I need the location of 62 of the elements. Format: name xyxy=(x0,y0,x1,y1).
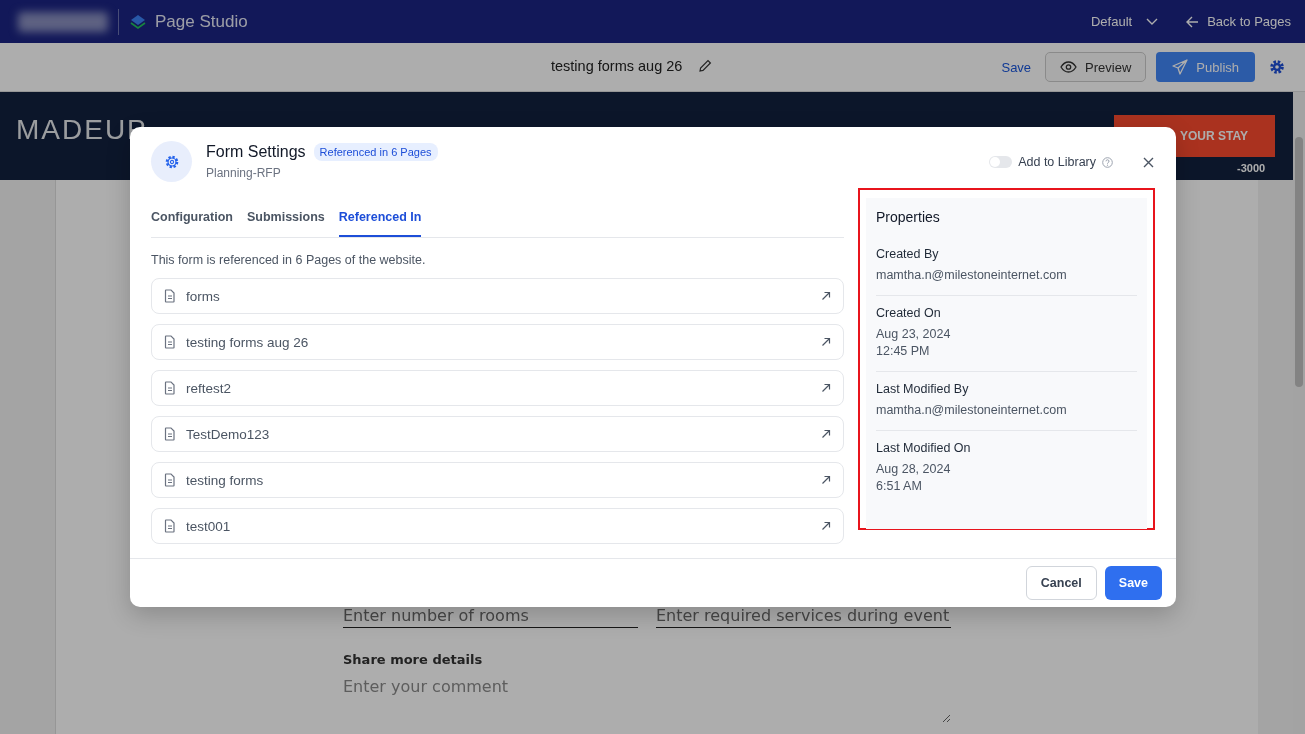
library-toggle[interactable] xyxy=(989,156,1013,168)
property-value: mamtha.n@milestoneinternet.com xyxy=(876,267,1068,284)
layers-icon xyxy=(129,12,147,31)
external-link-icon[interactable] xyxy=(821,475,831,485)
page-reference-item[interactable]: TestDemo123 xyxy=(151,416,844,452)
input-field[interactable]: Enter required services during event xyxy=(656,602,951,628)
panel-title: Properties xyxy=(876,208,941,227)
close-button[interactable] xyxy=(1143,156,1154,168)
page-reference-item[interactable]: testing forms aug 26 xyxy=(151,324,844,360)
chevron-down-icon xyxy=(1146,17,1159,26)
reference-badge: Referenced in 6 Pages xyxy=(313,143,438,161)
document-icon xyxy=(164,519,176,533)
property-label: Created By xyxy=(876,247,940,261)
toggle-label: Add to Library xyxy=(1018,155,1096,169)
field-label: Share more details xyxy=(343,652,484,667)
page-title: testing forms aug 26 xyxy=(551,58,683,74)
document-icon xyxy=(164,381,176,395)
arrow-left-icon xyxy=(1186,15,1200,28)
settings-icon xyxy=(1269,59,1285,75)
input-field[interactable]: Enter number of rooms xyxy=(343,602,638,628)
property-value: Aug 28, 2024 6:51 AM xyxy=(876,461,952,495)
page-reference-item[interactable]: test001 xyxy=(151,508,844,544)
settings-button[interactable] xyxy=(1269,59,1285,75)
pencil-icon[interactable] xyxy=(698,59,713,73)
site-logo: MADEUP xyxy=(16,114,148,146)
blurred-logo-icon xyxy=(18,11,108,32)
property-label: Last Modified On xyxy=(876,441,972,455)
preview-button[interactable]: Preview xyxy=(1045,52,1147,82)
theme-dropdown[interactable]: Default xyxy=(1090,14,1159,29)
tab[interactable]: Referenced In xyxy=(338,206,422,237)
product-name: Page Studio xyxy=(155,11,248,32)
settings-icon xyxy=(151,141,192,182)
property-value: Aug 23, 2024 12:45 PM xyxy=(876,326,952,360)
cancel-button[interactable]: Cancel xyxy=(1025,566,1097,600)
send-icon xyxy=(1172,59,1189,75)
document-icon xyxy=(164,473,176,487)
external-link-icon[interactable] xyxy=(821,337,831,347)
external-link-icon[interactable] xyxy=(821,429,831,439)
property-label: Created On xyxy=(876,306,942,320)
document-icon xyxy=(164,289,176,303)
property-label: Last Modified By xyxy=(876,382,970,396)
document-icon xyxy=(164,335,176,349)
page-reference-item[interactable]: reftest2 xyxy=(151,370,844,406)
page-reference-item[interactable]: forms xyxy=(151,278,844,314)
phone-number: -3000 xyxy=(1237,162,1266,174)
tab[interactable]: Configuration xyxy=(151,206,233,237)
save-button[interactable]: Save xyxy=(1001,59,1032,75)
external-link-icon[interactable] xyxy=(821,521,831,531)
external-link-icon[interactable] xyxy=(821,383,831,393)
form-name: Planning-RFP xyxy=(206,166,282,180)
external-link-icon[interactable] xyxy=(821,291,831,301)
dialog-title: Form Settings xyxy=(206,143,306,161)
page-reference-item[interactable]: testing forms xyxy=(151,462,844,498)
save-button[interactable]: Save xyxy=(1104,566,1162,600)
document-icon xyxy=(164,427,176,441)
reference-note: This form is referenced in 6 Pages of the website. xyxy=(151,253,427,267)
tab[interactable]: Submissions xyxy=(246,206,325,237)
close-icon xyxy=(1143,156,1154,168)
back-link[interactable]: Back to Pages xyxy=(1186,14,1291,29)
eye-icon xyxy=(1060,61,1078,73)
property-value: mamtha.n@milestoneinternet.com xyxy=(876,402,1068,419)
comment-field[interactable]: Enter your comment xyxy=(343,677,951,723)
